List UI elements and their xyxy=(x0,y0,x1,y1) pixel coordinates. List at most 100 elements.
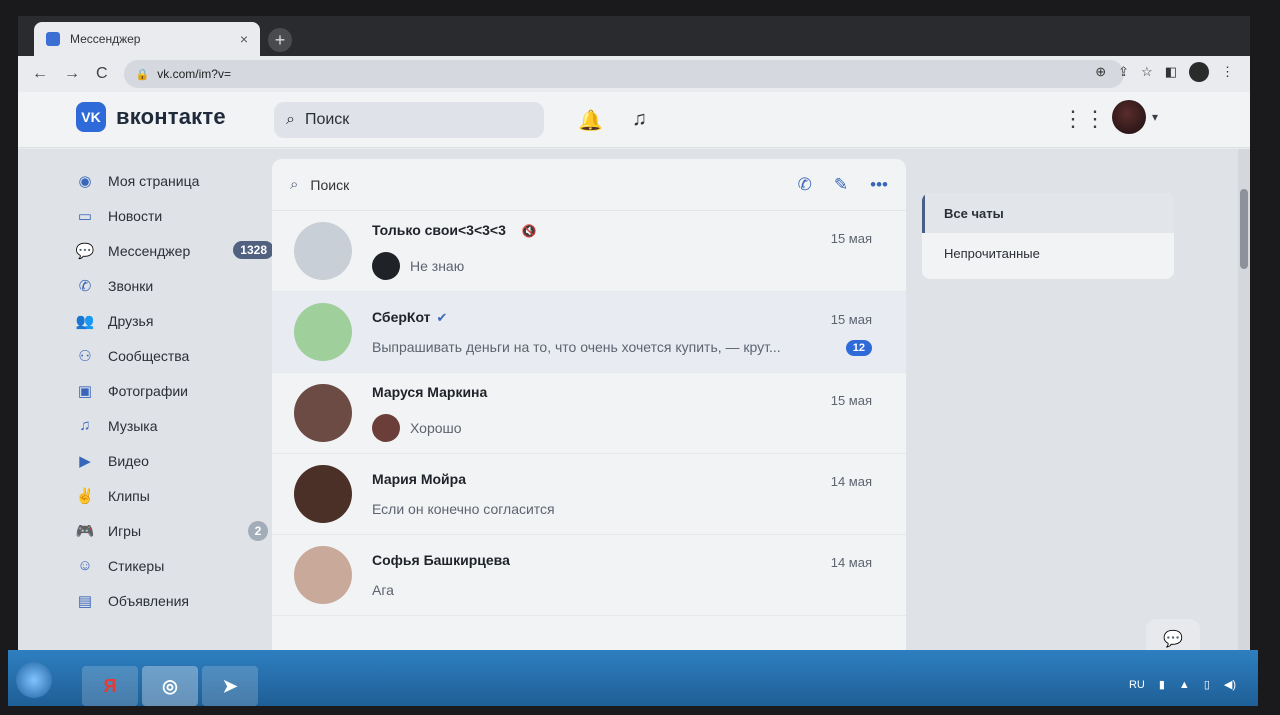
sidebar-item[interactable]: ▭ Новости xyxy=(74,198,274,233)
sidebar-item[interactable]: ☺ Стикеры xyxy=(74,548,274,583)
sidebar-item-label: Клипы xyxy=(108,487,150,504)
vk-favicon-icon xyxy=(46,32,60,46)
share-icon[interactable]: ⇪ xyxy=(1118,64,1129,80)
tab-title: Мессенджер xyxy=(70,32,141,46)
menu-kebab-icon[interactable]: ⋮ xyxy=(1221,64,1234,80)
chat-name: Маруся Маркина xyxy=(372,384,488,400)
network-icon[interactable]: ▮ xyxy=(1159,678,1165,691)
chat-date: 14 мая xyxy=(830,474,872,489)
browser-tab-bar: Мессенджер × + xyxy=(18,16,1250,56)
chat-row[interactable]: Только свои<3<3<3 🔇 Не знаю 15 мая xyxy=(272,211,906,292)
sidebar-item-label: Стикеры xyxy=(108,557,165,574)
system-tray: RU ▮ ▲ ▯ ◀) xyxy=(1129,678,1236,692)
chat-row[interactable]: Мария Мойра Если он конечно согласится 14 … xyxy=(272,454,906,535)
bookmark-star-icon[interactable]: ☆ xyxy=(1141,64,1153,80)
sidebar-item[interactable]: ⚇ Сообщества xyxy=(74,338,274,373)
vk-search-input[interactable]: ⌕ Поиск xyxy=(274,102,544,138)
tray-arrow-icon[interactable]: ▲ xyxy=(1179,679,1190,691)
sidebar-item[interactable]: ◉ Моя страница xyxy=(74,163,274,198)
profile-avatar[interactable] xyxy=(1189,62,1209,82)
vk-logo[interactable]: VK вконтакте xyxy=(76,102,226,132)
windows-taskbar: Я ◎ ➤ RU ▮ ▲ ▯ ◀) xyxy=(8,650,1258,706)
chat-body: Софья Башкирцева Ага xyxy=(372,552,884,598)
chat-avatar xyxy=(294,384,352,442)
filter-all-chats[interactable]: Все чаты xyxy=(922,193,1174,233)
chat-title-line: Только свои<3<3<3 🔇 xyxy=(372,222,884,240)
sidebar-item[interactable]: ▶ Видео xyxy=(74,443,274,478)
chat-body: Только свои<3<3<3 🔇 Не знаю xyxy=(372,222,884,280)
chat-row[interactable]: Софья Башкирцева Ага 14 мая xyxy=(272,535,906,616)
chat-last-message: Ага xyxy=(372,582,394,598)
back-icon[interactable]: ← xyxy=(32,65,48,83)
sender-avatar xyxy=(372,252,400,280)
user-circle-icon: ◉ xyxy=(78,172,92,190)
page-scrollbar[interactable] xyxy=(1238,149,1250,656)
zoom-icon[interactable]: ⊕ xyxy=(1095,64,1106,80)
side-panel-icon[interactable]: ◧ xyxy=(1165,64,1177,80)
friends-icon: 👥 xyxy=(75,312,95,330)
chat-title-line: Софья Башкирцева xyxy=(372,552,884,570)
messenger-actions: ✆ ✎ ••• xyxy=(798,175,888,195)
volume-icon[interactable]: ◀) xyxy=(1224,678,1236,691)
sidebar-item[interactable]: 🎮 Игры 2 xyxy=(74,513,274,548)
music-note-icon[interactable]: ♫ xyxy=(632,108,647,131)
browser-window: Мессенджер × + ← → C 🔒 vk.com/im?v= ⊕ ⇪ … xyxy=(18,16,1250,656)
communities-icon: ⚇ xyxy=(78,347,92,365)
chat-title-line: Маруся Маркина xyxy=(372,384,884,402)
chat-last-message-line: Если он конечно согласится xyxy=(372,501,884,517)
more-icon[interactable]: ••• xyxy=(870,175,888,195)
language-indicator[interactable]: RU xyxy=(1129,679,1145,691)
sidebar-item-label: Моя страница xyxy=(108,172,200,189)
reload-icon[interactable]: C xyxy=(96,65,108,83)
search-icon: ⌕ xyxy=(286,111,295,128)
chat-last-message-line: Выпрашивать деньги на то, что очень хоче… xyxy=(372,339,884,355)
messenger-search-bar[interactable]: ⌕ Поиск ✆ ✎ ••• xyxy=(272,159,906,211)
messenger-search-placeholder: Поиск xyxy=(310,176,350,193)
ads-icon: ▤ xyxy=(77,592,93,610)
address-bar-icons: ⊕ ⇪ ☆ ◧ ⋮ xyxy=(1095,62,1234,82)
battery-icon[interactable]: ▯ xyxy=(1204,678,1210,691)
new-tab-button[interactable]: + xyxy=(268,28,292,52)
muted-icon: 🔇 xyxy=(521,224,537,238)
chrome-taskbar-icon[interactable]: ◎ xyxy=(142,666,198,706)
compose-icon[interactable]: ✎ xyxy=(834,175,848,195)
sidebar-item[interactable]: ▤ Объявления xyxy=(74,583,274,618)
forward-icon[interactable]: → xyxy=(64,65,80,83)
url-field[interactable]: 🔒 vk.com/im?v= xyxy=(123,60,1124,88)
sidebar-item[interactable]: ♫ Музыка xyxy=(74,408,274,443)
count-badge: 1328 xyxy=(233,241,274,259)
chat-name: СберКот xyxy=(372,309,431,325)
chevron-down-icon[interactable]: ▾ xyxy=(1152,110,1158,124)
yandex-browser-taskbar-icon[interactable]: Я xyxy=(82,666,138,706)
close-tab-icon[interactable]: × xyxy=(240,31,248,47)
vk-search-placeholder: Поиск xyxy=(304,111,350,128)
sidebar-item[interactable]: 👥 Друзья xyxy=(74,303,274,338)
chat-row[interactable]: СберКот ✔ Выпрашивать деньги на то, что оч… xyxy=(272,292,906,373)
chat-last-message-line: Хорошо xyxy=(372,414,884,442)
start-button[interactable] xyxy=(16,662,52,698)
chat-body: СберКот ✔ Выпрашивать деньги на то, что оч… xyxy=(372,309,884,355)
sidebar-item[interactable]: ✌ Клипы xyxy=(74,478,274,513)
filter-unread[interactable]: Непрочитанные xyxy=(922,233,1174,273)
chat-date: 15 мая xyxy=(830,231,872,246)
chat-date: 15 мая xyxy=(830,312,872,327)
sidebar-item[interactable]: ▣ Фотографии xyxy=(74,373,274,408)
browser-tab[interactable]: Мессенджер × xyxy=(34,22,260,56)
sidebar-item-label: Сообщества xyxy=(108,347,190,364)
sidebar-item[interactable]: 💬 Мессенджер 1328 xyxy=(74,233,274,268)
monitor-frame: Мессенджер × + ← → C 🔒 vk.com/im?v= ⊕ ⇪ … xyxy=(0,0,1280,715)
chat-row[interactable]: Маруся Маркина Хорошо 15 мая xyxy=(272,373,906,454)
sidebar-item[interactable]: ✆ Звонки xyxy=(74,268,274,303)
scrollbar-thumb[interactable] xyxy=(1240,189,1248,269)
sidebar-item-label: Мессенджер xyxy=(108,242,191,259)
notifications-bell-icon[interactable]: 🔔 xyxy=(578,108,603,133)
chat-title-line: СберКот ✔ xyxy=(372,309,884,327)
vk-header: VK вконтакте ⌕ Поиск 🔔 ♫ ⋮⋮⋮ ▾ xyxy=(18,92,1250,148)
sidebar-item-label: Новости xyxy=(108,207,163,224)
add-call-icon[interactable]: ✆ xyxy=(798,175,812,195)
sidebar-item-label: Звонки xyxy=(108,277,154,294)
count-badge: 2 xyxy=(248,521,268,541)
user-avatar[interactable] xyxy=(1112,100,1146,134)
telegram-taskbar-icon[interactable]: ➤ xyxy=(202,666,258,706)
chat-last-message-line: Ага xyxy=(372,582,884,598)
